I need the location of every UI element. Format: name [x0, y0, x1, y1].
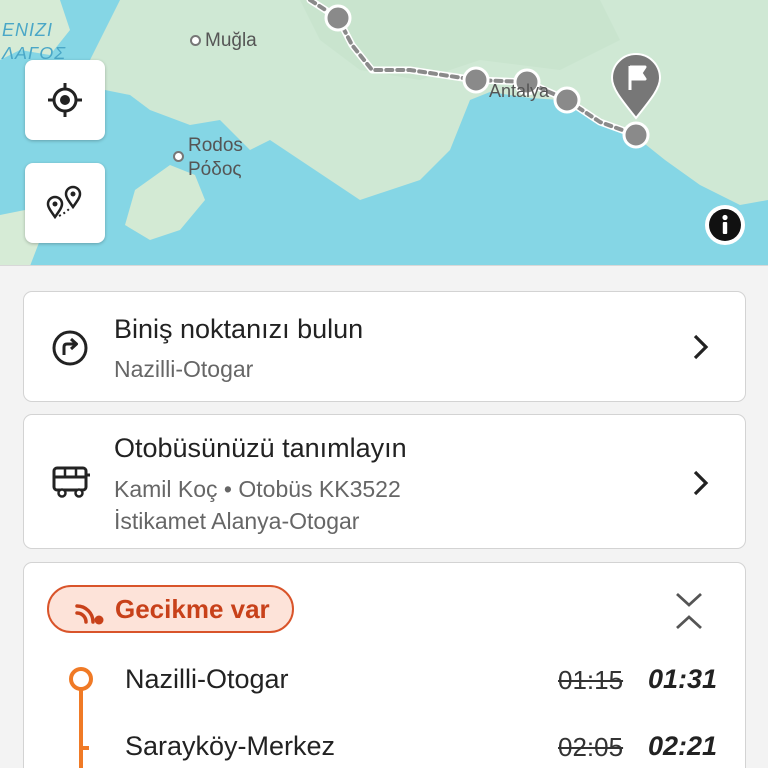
- city-label-mugla: Muğla: [205, 30, 257, 51]
- city-label-antalya: Antalya: [489, 81, 550, 101]
- city-dot-mugla: [190, 35, 201, 46]
- identify-bus-card[interactable]: Otobüsünüzü tanımlayın Kamil Koç • Otobü…: [23, 414, 746, 549]
- timeline: [69, 667, 93, 768]
- delay-status-badge: Gecikme var: [47, 585, 294, 633]
- sea-label-1: ENIZI: [2, 20, 54, 40]
- map-info-button[interactable]: [705, 205, 745, 245]
- map-background: [0, 0, 768, 265]
- bus-card-operator: Kamil Koç • Otobüs KK3522: [114, 476, 401, 502]
- turn-right-icon: [52, 330, 88, 366]
- crosshair-icon: [48, 83, 82, 117]
- city-dot-rodos: [173, 151, 184, 162]
- boarding-card-title: Biniş noktanızı bulun: [114, 314, 364, 344]
- bus-card-title: Otobüsünüzü tanımlayın: [114, 433, 407, 463]
- city-label-rodos-greek: Ρόδος: [188, 159, 242, 180]
- collapse-icon[interactable]: [674, 591, 704, 631]
- bus-icon: [52, 466, 90, 498]
- actual-time: 01:31: [648, 664, 718, 694]
- boarding-card-subtitle: Nazilli-Otogar: [114, 356, 254, 382]
- chevron-right-icon: [693, 470, 709, 496]
- stop-name: Nazilli-Otogar: [125, 664, 289, 694]
- actual-time: 02:21: [648, 731, 718, 761]
- live-signal-icon: [75, 604, 104, 625]
- stop-name: Sarayköy-Merkez: [125, 731, 336, 761]
- route-map[interactable]: ENIZI ΛΑΓΟΣ Muğla Rodos Ρόδος Antalya: [0, 0, 768, 266]
- locate-me-button[interactable]: [25, 60, 105, 140]
- map-pins-icon: [46, 185, 82, 220]
- city-label-rodos: Rodos: [188, 135, 243, 156]
- show-stops-button[interactable]: [25, 163, 105, 243]
- scheduled-time: 02:05: [558, 732, 624, 762]
- scheduled-time: 01:15: [558, 665, 624, 695]
- info-icon: [709, 209, 741, 241]
- delay-status-label: Gecikme var: [115, 593, 270, 624]
- bus-card-direction: İstikamet Alanya-Otogar: [114, 508, 360, 534]
- find-boarding-point-card[interactable]: Biniş noktanızı bulun Nazilli-Otogar: [23, 291, 746, 402]
- schedule-card: Gecikme var Nazilli-Otogar 01:15 01:31 S…: [23, 562, 746, 768]
- chevron-right-icon: [693, 334, 709, 360]
